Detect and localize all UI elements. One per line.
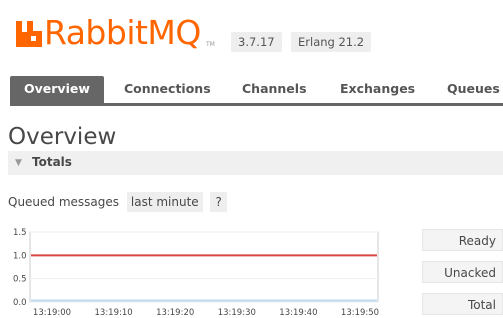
y-tick-label: 1.5 <box>13 228 27 238</box>
tab-connections[interactable]: Connections <box>124 76 211 104</box>
plot-area <box>29 231 379 303</box>
legend-ready[interactable]: Ready <box>422 229 503 251</box>
rabbitmq-logo[interactable]: RabbitMQ TM <box>16 13 226 52</box>
legend-unacked[interactable]: Unacked <box>422 261 503 283</box>
x-tick-label: 13:19:50 <box>341 308 379 318</box>
rabbitmq-version-badge: 3.7.17 <box>231 32 282 52</box>
y-tick-label: 0.5 <box>13 275 27 285</box>
y-tick-label: 0.0 <box>13 298 27 308</box>
collapse-arrow-icon: ▼ <box>15 158 22 168</box>
y-tick-label: 1.0 <box>13 251 27 261</box>
main-nav-tabs: Overview Connections Channels Exchanges … <box>10 76 503 104</box>
tab-underline <box>10 103 503 106</box>
time-range-selector[interactable]: last minute <box>126 192 203 212</box>
x-tick-label: 13:19:40 <box>279 308 317 318</box>
section-title: Totals <box>32 155 72 169</box>
x-tick-label: 13:19:30 <box>218 308 256 318</box>
page-title: Overview <box>8 124 117 150</box>
tab-channels[interactable]: Channels <box>242 76 307 104</box>
legend-total[interactable]: Total <box>422 293 503 315</box>
erlang-version-badge: Erlang 21.2 <box>291 32 372 52</box>
tab-exchanges[interactable]: Exchanges <box>340 76 415 104</box>
x-tick-label: 13:19:10 <box>95 308 133 318</box>
x-tick-label: 13:19:00 <box>33 308 71 318</box>
logo-trademark: TM <box>206 41 215 48</box>
rabbit-logo-icon <box>16 21 42 47</box>
queued-messages-chart: 1.5 1.0 0.5 0.0 13:19:00 13:19:10 13:19:20 13:1… <box>13 228 379 318</box>
logo-text: RabbitMQ <box>44 13 201 52</box>
tab-overview[interactable]: Overview <box>10 76 104 104</box>
queued-messages-header: Queued messages last minute ? <box>8 192 227 212</box>
queued-messages-label: Queued messages <box>8 195 120 209</box>
tab-queues[interactable]: Queues <box>447 76 500 104</box>
help-button[interactable]: ? <box>210 192 227 212</box>
x-tick-label: 13:19:20 <box>156 308 194 318</box>
totals-section-toggle[interactable]: ▼ Totals <box>8 151 503 175</box>
